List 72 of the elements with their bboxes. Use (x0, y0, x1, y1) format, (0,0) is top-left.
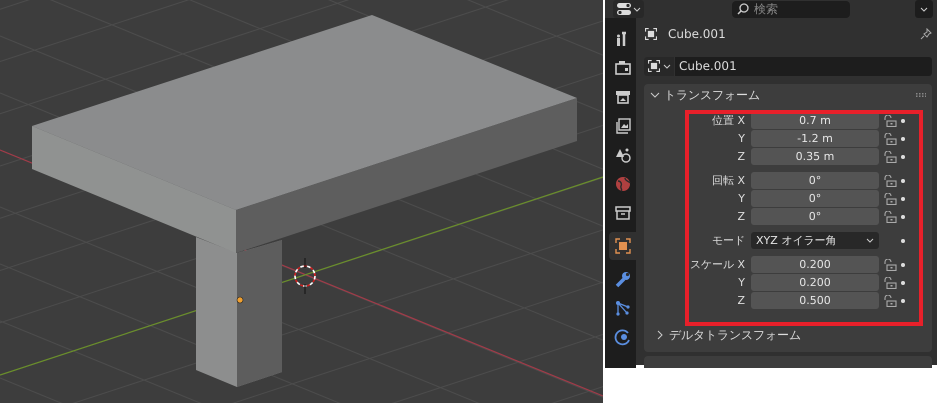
number-field[interactable]: 0° (751, 190, 879, 207)
unlocked-padlock-icon[interactable] (883, 151, 897, 163)
property-label: 回転 X (710, 173, 746, 189)
keyframe-dot[interactable] (901, 215, 905, 219)
options-dropdown[interactable] (915, 0, 933, 18)
properties-tab[interactable] (609, 232, 636, 260)
keyframe-dot[interactable] (901, 239, 905, 243)
output-tab-icon (614, 88, 632, 106)
pin-icon[interactable] (920, 28, 932, 40)
object-icon (644, 27, 658, 41)
keyframe-dot[interactable] (901, 155, 905, 159)
property-label: モード (711, 233, 746, 249)
chevron-down-icon (633, 6, 641, 12)
data-block-browse-button[interactable] (644, 56, 674, 76)
property-label: スケール X (688, 257, 746, 273)
chevron-down-icon (866, 238, 874, 243)
number-field[interactable]: 0° (751, 208, 879, 225)
unlocked-padlock-icon[interactable] (883, 193, 897, 205)
chevron-down-icon (663, 64, 671, 68)
object-name-field[interactable]: Cube.001 (675, 56, 932, 76)
property-label: Y (737, 191, 746, 207)
number-field[interactable]: 0.35 m (751, 148, 879, 165)
keyframe-dot[interactable] (901, 281, 905, 285)
number-field[interactable]: 0.200 (751, 274, 879, 291)
unlocked-padlock-icon[interactable] (883, 115, 897, 127)
number-field[interactable]: 0.200 (751, 256, 879, 273)
properties-editor-icon (616, 2, 632, 16)
render-tab-icon (614, 59, 632, 77)
keyframe-dot[interactable] (901, 263, 905, 267)
collection-tab-icon (614, 204, 632, 222)
property-label: Z (736, 209, 746, 225)
chevron-right-icon[interactable] (656, 330, 664, 340)
keyframe-dot[interactable] (901, 119, 905, 123)
property-label: 位置 X (710, 113, 746, 129)
keyframe-dot[interactable] (901, 137, 905, 141)
origin-dot (236, 296, 244, 304)
drag-handle-icon[interactable] (916, 93, 926, 97)
particles-tab-icon (614, 299, 632, 317)
unlocked-padlock-icon[interactable] (883, 133, 897, 145)
keyframe-dot[interactable] (901, 197, 905, 201)
subpanel-title[interactable]: デルタトランスフォーム (669, 326, 801, 344)
unlocked-padlock-icon[interactable] (883, 259, 897, 271)
number-field[interactable]: -1.2 m (751, 130, 879, 147)
physics-tab-icon (614, 328, 632, 346)
unlocked-padlock-icon[interactable] (883, 175, 897, 187)
property-label: Z (736, 293, 746, 309)
3d-viewport[interactable] (0, 0, 603, 403)
view-layer-tab-icon (614, 117, 632, 135)
scene-tab-icon (614, 146, 632, 164)
number-field[interactable]: 0.500 (751, 292, 879, 309)
number-field[interactable]: 0° (751, 172, 879, 189)
3d-cursor-icon[interactable] (294, 258, 316, 294)
property-label: Y (737, 275, 746, 291)
unlocked-padlock-icon[interactable] (883, 295, 897, 307)
object-icon (647, 59, 661, 73)
object-name: Cube.001 (668, 27, 727, 41)
search-field[interactable]: 検索 (732, 0, 850, 18)
property-label: Y (737, 131, 746, 147)
unlocked-padlock-icon[interactable] (883, 211, 897, 223)
keyframe-dot[interactable] (901, 179, 905, 183)
keyframe-dot[interactable] (901, 299, 905, 303)
table-model-drawing[interactable] (32, 15, 577, 387)
unlocked-padlock-icon[interactable] (883, 277, 897, 289)
panel-title[interactable]: トランスフォーム (664, 86, 760, 104)
chevron-down-icon (920, 6, 928, 12)
object-tab-icon (614, 237, 632, 255)
chevron-down-icon[interactable] (650, 91, 660, 99)
world-tab-icon (614, 175, 632, 193)
mode-dropdown[interactable]: XYZ オイラー角 (751, 232, 879, 249)
modifier-tab-icon (614, 270, 632, 288)
editor-type-button[interactable] (613, 0, 644, 18)
property-label: Z (736, 149, 746, 165)
